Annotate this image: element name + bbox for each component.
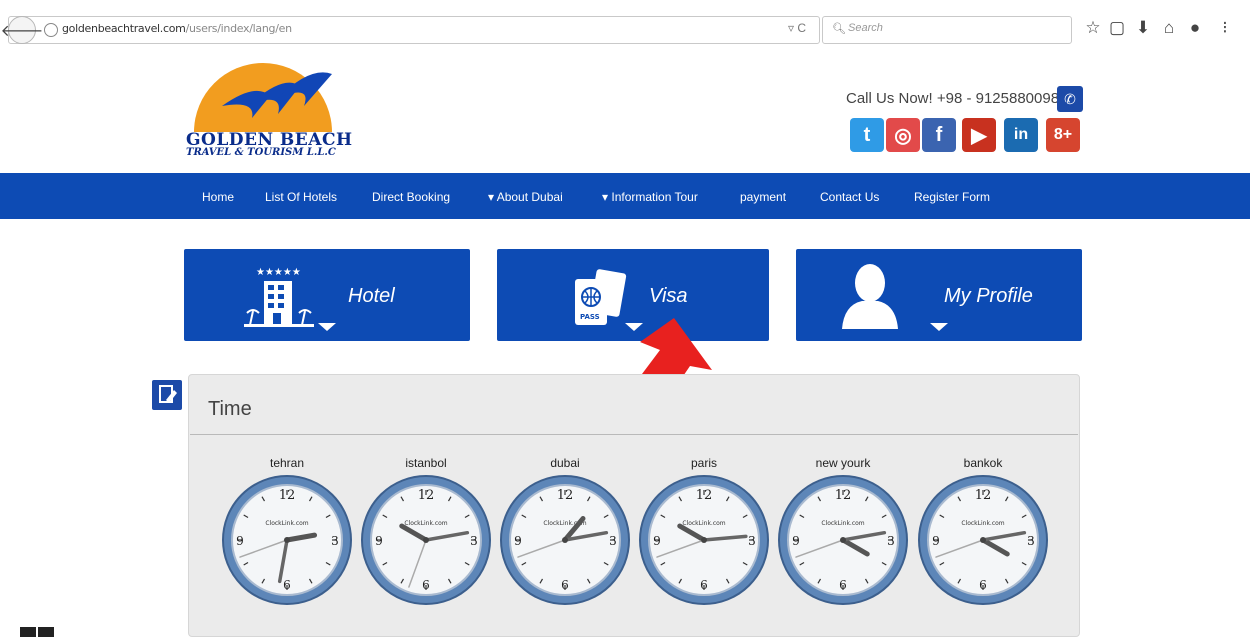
clock-new-yourk: 12 3 6 9 ClockLink.com — [778, 475, 908, 605]
svg-text:6: 6 — [979, 578, 987, 592]
profile-caret-icon — [930, 323, 948, 331]
url-host: goldenbeachtravel.com — [62, 22, 186, 35]
svg-text:12: 12 — [418, 488, 435, 503]
svg-text:3: 3 — [331, 534, 339, 548]
svg-text:ClockLink.com: ClockLink.com — [682, 520, 725, 527]
clock-bankok: 12 3 6 9 ClockLink.com — [918, 475, 1048, 605]
city-label-bankok: bankok — [963, 456, 1003, 470]
svg-text:3: 3 — [748, 534, 756, 548]
bottom-grid-icon — [20, 627, 54, 637]
svg-text:ClockLink.com: ClockLink.com — [404, 520, 447, 527]
hotel-label: Hotel — [348, 285, 395, 307]
svg-text:12: 12 — [696, 488, 713, 503]
svg-text:ClockLink.com: ClockLink.com — [265, 520, 308, 527]
clock-dubai: 12 3 6 9 ClockLink.com — [500, 475, 630, 605]
bookmark-star-icon[interactable]: ☆ — [1082, 18, 1104, 38]
back-arrow-icon: 🡐 — [0, 22, 44, 40]
logo-subtitle: TRAVEL & TOURISM L.L.C — [186, 147, 336, 158]
reload-icon[interactable]: ▿ C — [788, 21, 806, 35]
svg-text:3: 3 — [470, 534, 478, 548]
search-icon: 🔍︎ — [832, 23, 846, 35]
instagram-icon[interactable]: ◎ — [886, 118, 920, 152]
svg-text:9: 9 — [236, 534, 244, 548]
call-us-text: Call Us Now! +98 - 9125880098 — [846, 90, 1060, 107]
svg-text:12: 12 — [975, 488, 992, 503]
svg-text:9: 9 — [653, 534, 661, 548]
back-button[interactable]: 🡐 — [1, 16, 43, 44]
city-label-paris: paris — [690, 456, 717, 470]
svg-text:ClockLink.com: ClockLink.com — [821, 520, 864, 527]
googleplus-icon[interactable]: 8+ — [1046, 118, 1080, 152]
phone-icon[interactable]: ✆ — [1057, 86, 1083, 112]
svg-text:9: 9 — [792, 534, 800, 548]
svg-text:9: 9 — [514, 534, 522, 548]
edit-note-icon[interactable] — [152, 380, 182, 410]
url-text[interactable]: goldenbeachtravel.com/users/index/lang/e… — [62, 22, 292, 35]
menu-icon[interactable]: ⁝ — [1214, 18, 1236, 38]
extension-icon[interactable]: ● — [1184, 18, 1206, 38]
facebook-icon[interactable]: f — [922, 118, 956, 152]
search-placeholder[interactable]: Search — [848, 22, 883, 34]
nav-contact-us[interactable]: Contact Us — [820, 190, 879, 204]
clock-paris: 12 3 6 9 ClockLink.com — [639, 475, 769, 605]
svg-text:12: 12 — [279, 488, 296, 503]
city-label-dubai: dubai — [550, 456, 580, 470]
passport-text: PASS — [580, 313, 600, 321]
home-icon[interactable]: ⌂ — [1158, 18, 1180, 38]
hotel-icon: ★★★★★ — [244, 267, 314, 327]
youtube-icon[interactable]: ▶ — [962, 118, 996, 152]
nav-payment[interactable]: payment — [740, 190, 786, 204]
user-avatar-icon — [842, 264, 898, 329]
twitter-icon[interactable]: t — [850, 118, 884, 152]
svg-text:12: 12 — [835, 488, 852, 503]
panel-divider — [190, 434, 1078, 435]
city-label-istanbol: istanbol — [405, 456, 447, 470]
nav-direct-booking[interactable]: Direct Booking — [372, 190, 450, 204]
svg-text:6: 6 — [700, 578, 708, 592]
download-icon[interactable]: ⬇ — [1132, 18, 1154, 38]
url-path: /users/index/lang/en — [185, 22, 292, 35]
svg-text:9: 9 — [375, 534, 383, 548]
svg-text:★★★★★: ★★★★★ — [256, 267, 301, 278]
visa-label: Visa — [649, 285, 688, 307]
bookmarks-list-icon[interactable]: ▢ — [1106, 18, 1128, 38]
svg-text:6: 6 — [422, 578, 430, 592]
my-profile-tile[interactable]: My Profile — [796, 249, 1082, 341]
svg-text:6: 6 — [561, 578, 569, 592]
nav-about-dubai[interactable]: ▾ About Dubai — [488, 190, 563, 204]
city-label-tehran: tehran — [269, 456, 305, 470]
clock-tehran: 12 3 6 9 ClockLink.com — [222, 475, 352, 605]
city-label-new-yourk: new yourk — [815, 456, 871, 470]
site-info-icon[interactable] — [44, 23, 58, 37]
nav-register-form[interactable]: Register Form — [914, 190, 990, 204]
hotel-tile[interactable]: ★★★★★ Hotel — [184, 249, 470, 341]
svg-text:ClockLink.com: ClockLink.com — [961, 520, 1004, 527]
time-panel-title: Time — [208, 398, 252, 420]
nav-list-of-hotels[interactable]: List Of Hotels — [265, 190, 337, 204]
hotel-caret-icon — [318, 323, 336, 331]
profile-label: My Profile — [944, 285, 1033, 307]
svg-text:9: 9 — [932, 534, 940, 548]
svg-text:3: 3 — [887, 534, 895, 548]
svg-text:6: 6 — [839, 578, 847, 592]
svg-text:12: 12 — [557, 488, 574, 503]
nav-information-tour[interactable]: ▾ Information Tour — [602, 190, 698, 204]
svg-text:3: 3 — [1027, 534, 1035, 548]
linkedin-icon[interactable]: in — [1004, 118, 1038, 152]
svg-text:3: 3 — [609, 534, 617, 548]
nav-home[interactable]: Home — [202, 190, 234, 204]
clock-istanbol: 12 3 6 9 ClockLink.com — [361, 475, 491, 605]
svg-text:6: 6 — [283, 578, 291, 592]
